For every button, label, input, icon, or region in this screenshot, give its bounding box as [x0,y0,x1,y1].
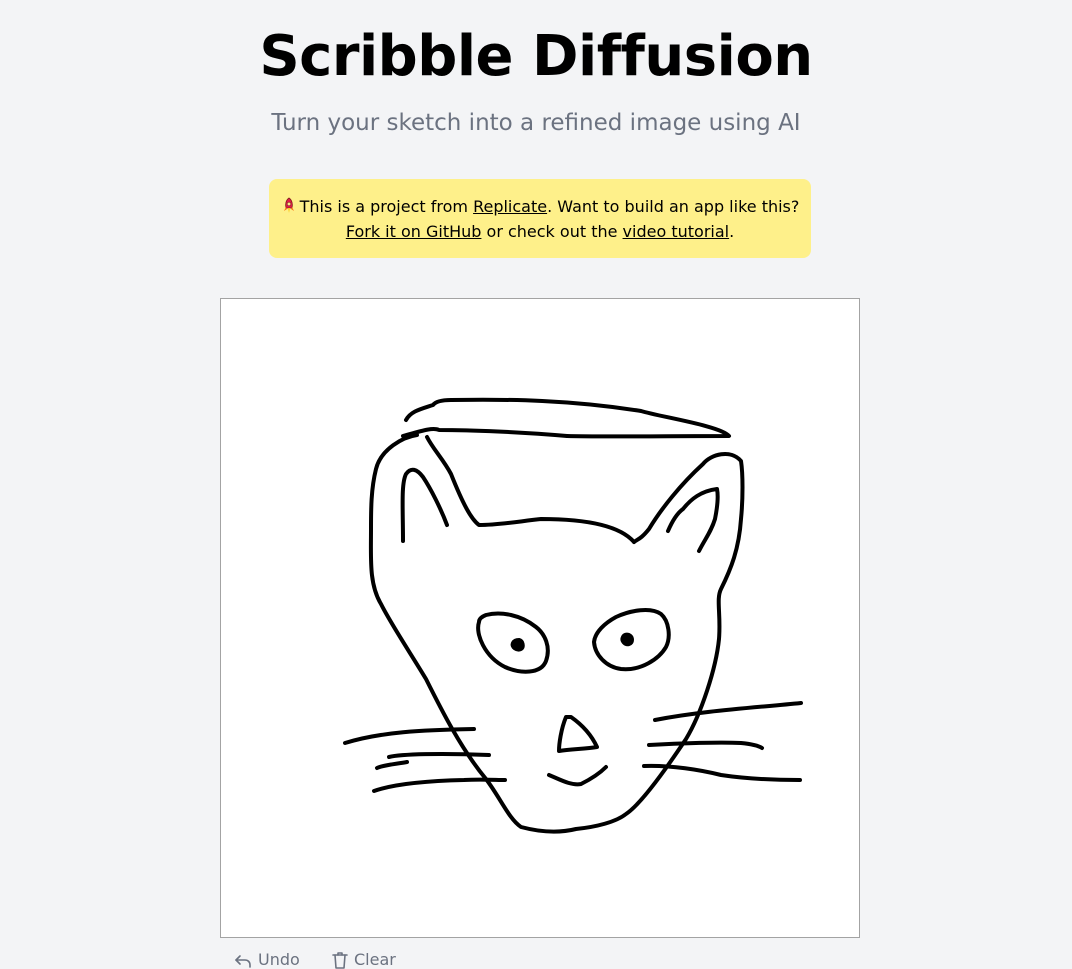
fork-github-link[interactable]: Fork it on GitHub [346,222,482,241]
notice-text-4: . [729,222,735,241]
page-title: Scribble Diffusion [259,24,813,89]
cat-sketch-drawing [343,397,803,834]
promo-notice: This is a project from Replicate. Want t… [269,179,811,258]
undo-label: Undo [258,950,300,969]
sketch-stroke [647,740,764,750]
clear-button[interactable]: Clear [332,948,396,969]
sketch-stroke [547,765,608,787]
sketch-stroke [387,751,491,759]
sketch-stroke [620,632,634,647]
trash-icon [332,952,348,969]
rocket-emoji-icon [283,197,294,213]
clear-label: Clear [354,950,396,969]
sketch-canvas[interactable] [220,298,860,938]
video-tutorial-link[interactable]: video tutorial [623,222,730,241]
sketch-stroke [666,487,720,553]
sketch-stroke [653,701,803,722]
undo-button[interactable]: Undo [234,948,300,969]
replicate-link[interactable]: Replicate [473,197,547,216]
page-subtitle: Turn your sketch into a refined image us… [271,110,801,136]
page: Scribble Diffusion Turn your sketch into… [0,0,1072,969]
undo-icon [235,955,251,968]
sketch-stroke [425,435,636,544]
notice-text-2: . Want to build an app like this? [547,197,800,216]
sketch-stroke [400,467,449,543]
sketch-stroke [368,433,745,834]
sketch-stroke [510,638,525,652]
sketch-stroke [401,426,569,438]
notice-text-3: or check out the [481,222,623,241]
sketch-stroke [375,760,409,770]
sketch-stroke [557,715,599,753]
notice-text-1: This is a project from [299,197,474,216]
sketch-stroke [642,763,802,782]
sketch-stroke [372,777,507,793]
